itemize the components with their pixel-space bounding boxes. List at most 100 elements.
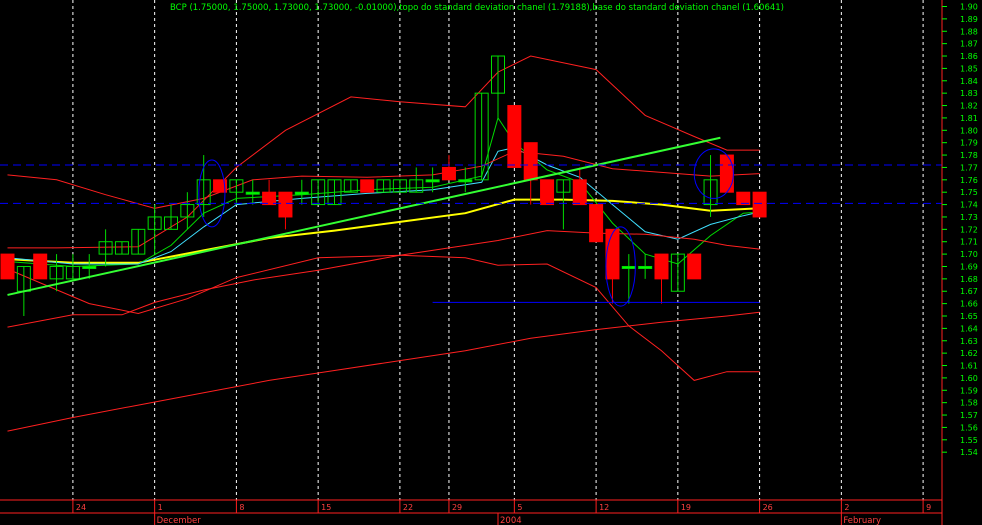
y-tick-label: 1.64: [960, 324, 978, 333]
overlay-env-lower: [7, 230, 760, 328]
y-tick-label: 1.86: [960, 52, 978, 61]
candle-body: [621, 265, 636, 269]
candle: [491, 55, 505, 118]
candle: [360, 179, 375, 193]
y-tick-label: 1.72: [960, 225, 978, 234]
candle-body: [736, 191, 751, 206]
x-tick-label: 24: [76, 503, 86, 512]
y-tick-label: 1.80: [960, 126, 978, 135]
candle: [507, 105, 522, 168]
y-tick-label: 1.60: [960, 374, 978, 383]
candle-body: [278, 191, 293, 218]
candle-body: [0, 253, 15, 280]
candle: [736, 191, 751, 206]
y-tick-label: 1.75: [960, 188, 978, 197]
candle: [458, 167, 473, 193]
candle: [589, 204, 604, 243]
y-tick-label: 1.78: [960, 151, 978, 160]
candle: [392, 179, 407, 193]
candlesticks: [0, 55, 767, 316]
y-tick-label: 1.54: [960, 448, 978, 457]
x-tick-label: 5: [517, 503, 522, 512]
y-tick-label: 1.84: [960, 77, 978, 86]
axes: 1.90 1.89 1.88 1.87 1.86 1.85 1.84 1.83 1.82 1.81…: [0, 0, 978, 525]
x-tick-label: 12: [599, 503, 609, 512]
candle: [0, 253, 15, 280]
x-tick-label: 29: [452, 503, 462, 512]
y-tick-label: 1.79: [960, 139, 978, 148]
y-tick-label: 1.85: [960, 64, 978, 73]
stock-chart[interactable]: 1.90 1.89 1.88 1.87 1.86 1.85 1.84 1.83 1.82 1.81…: [0, 0, 982, 525]
y-tick-label: 1.65: [960, 312, 978, 321]
y-tick-label: 1.63: [960, 337, 978, 346]
candle-body: [425, 179, 440, 183]
candle: [147, 204, 162, 255]
y-tick-label: 1.87: [960, 40, 978, 49]
candle: [523, 142, 538, 205]
month-label: February: [843, 516, 881, 525]
candle: [376, 179, 391, 193]
candle-body: [458, 179, 473, 183]
y-tick-label: 1.89: [960, 15, 978, 24]
overlay-boll-lower: [7, 254, 760, 381]
candle: [164, 204, 178, 230]
candle: [572, 167, 587, 206]
candle: [441, 155, 456, 181]
candle-body: [441, 166, 456, 181]
candle-body: [572, 179, 587, 206]
candle-body: [589, 204, 604, 243]
candle-body: [33, 253, 48, 280]
candle-body: [360, 179, 375, 193]
candle: [687, 253, 702, 280]
candle-body: [719, 154, 734, 193]
x-tick-label: 22: [403, 503, 413, 512]
candle-body: [262, 191, 277, 206]
candle: [33, 253, 48, 280]
candle: [638, 254, 653, 279]
candle: [278, 191, 293, 230]
candle: [245, 179, 260, 205]
candle: [180, 192, 195, 230]
y-tick-label: 1.59: [960, 386, 978, 395]
x-tick-label: 2: [844, 503, 849, 512]
candle-body: [523, 142, 538, 181]
candle-body: [82, 265, 97, 269]
x-tick-label: 15: [321, 503, 331, 512]
candle-body: [687, 253, 702, 280]
annotations: [0, 136, 942, 307]
chart-title: BCP (1.75000, 1.75000, 1.73000, 1.73000,…: [170, 3, 784, 13]
y-tick-label: 1.70: [960, 250, 978, 259]
y-tick-label: 1.73: [960, 213, 978, 222]
y-tick-label: 1.76: [960, 176, 978, 185]
candle: [114, 241, 129, 255]
candle-body: [752, 191, 767, 218]
candle: [131, 228, 146, 255]
candle: [294, 179, 309, 205]
y-tick-label: 1.74: [960, 201, 978, 210]
x-tick-label: 1: [158, 503, 163, 512]
candle: [654, 253, 669, 304]
candle-body: [245, 191, 260, 195]
y-tick-label: 1.83: [960, 89, 978, 98]
indicator-overlays: [7, 55, 760, 432]
y-tick-label: 1.81: [960, 114, 978, 123]
candle: [425, 167, 440, 193]
candle: [605, 228, 620, 304]
overlay-sma-yellow: [7, 198, 760, 264]
y-tick-label: 1.68: [960, 275, 978, 284]
candle: [621, 254, 636, 304]
candle: [540, 179, 555, 206]
overlay-boll-upper: [7, 55, 760, 249]
chart-window: 1.90 1.89 1.88 1.87 1.86 1.85 1.84 1.83 1.82 1.81…: [0, 0, 982, 525]
candle-body: [540, 179, 555, 206]
candle: [556, 179, 571, 230]
y-tick-label: 1.67: [960, 287, 978, 296]
y-tick-label: 1.58: [960, 399, 978, 408]
y-tick-label: 1.69: [960, 262, 978, 271]
ellipse-0: [198, 159, 226, 228]
y-tick-label: 1.77: [960, 163, 978, 172]
x-tick-label: 26: [763, 503, 773, 512]
month-label: 2004: [500, 516, 522, 525]
y-tick-label: 1.71: [960, 238, 978, 247]
x-tick-label: 19: [681, 503, 691, 512]
